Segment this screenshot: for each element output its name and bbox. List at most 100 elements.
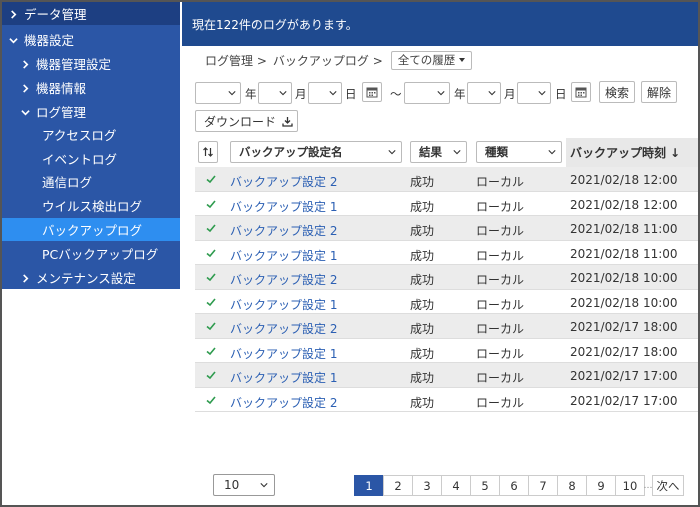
sidebar-item-comm-log[interactable]: 通信ログ [2,170,180,193]
table-row: バックアップ設定 2 成功 ローカル 2021/02/18 10:00 [195,265,698,290]
column-kind-select[interactable]: 種類 [476,141,562,163]
page-button-10[interactable]: 10 [615,475,645,496]
time-cell: 2021/02/17 18:00 [570,344,678,359]
time-cell: 2021/02/18 10:00 [570,295,678,310]
to-month-select[interactable] [467,82,501,104]
check-icon [205,222,217,234]
per-page-value: 10 [224,478,240,492]
sidebar-item-label: ウイルス検出ログ [42,199,143,214]
kind-cell: ローカル [476,371,525,385]
table-body: バックアップ設定 2 成功 ローカル 2021/02/18 12:00 バックアップ設定… [195,167,698,412]
page-button-6[interactable]: 6 [499,475,529,496]
page-button-3[interactable]: 3 [412,475,442,496]
table-row: バックアップ設定 2 成功 ローカル 2021/02/17 18:00 [195,314,698,339]
chevron-right-icon [6,7,20,20]
download-icon [282,116,293,127]
sidebar-item-device-info[interactable]: 機器情報 [2,76,180,99]
year-label: 年 [454,87,466,101]
column-name-label: バックアップ設定名 [239,145,343,159]
download-button[interactable]: ダウンロード [195,110,298,132]
page-button-8[interactable]: 8 [557,475,587,496]
backup-setting-link[interactable]: バックアップ設定 2 [230,222,337,239]
sidebar-item-device-management[interactable]: 機器管理設定 [2,52,180,75]
backup-setting-link[interactable]: バックアップ設定 1 [230,296,337,313]
table-row: バックアップ設定 1 成功 ローカル 2021/02/17 18:00 [195,339,698,363]
sidebar-item-maintenance[interactable]: メンテナンス設定 [2,266,180,289]
backup-setting-link[interactable]: バックアップ設定 2 [230,173,337,190]
month-label: 月 [504,87,516,101]
backup-setting-link[interactable]: バックアップ設定 2 [230,271,337,288]
sidebar: データ管理 機器設定 機器管理設定 機器情報 ログ管理 アクセスログ イベントロ… [2,2,180,289]
result-cell: 成功 [410,224,435,238]
sidebar-item-device-settings[interactable]: 機器設定 [2,28,180,51]
backup-setting-link[interactable]: バックアップ設定 2 [230,320,337,337]
check-icon [205,394,217,406]
sidebar-item-label: 通信ログ [42,175,93,190]
sidebar-item-log-management[interactable]: ログ管理 [2,100,180,123]
column-name-select[interactable]: バックアップ設定名 [230,141,402,163]
result-cell: 成功 [410,199,435,214]
calendar-icon [366,87,378,98]
table-row: バックアップ設定 1 成功 ローカル 2021/02/18 12:00 [195,192,698,216]
backup-setting-link[interactable]: バックアップ設定 1 [230,198,337,215]
to-day-select[interactable] [517,82,551,104]
sidebar-item-pc-backup-log[interactable]: PCバックアップログ [2,242,180,265]
sort-desc-arrow: ↓ [670,145,681,160]
check-icon [205,369,217,381]
sidebar-item-virus-log[interactable]: ウイルス検出ログ [2,194,180,217]
clear-button[interactable]: 解除 [641,81,677,103]
search-button[interactable]: 検索 [599,81,635,103]
time-cell: 2021/02/18 11:00 [570,246,678,261]
result-cell: 成功 [410,248,435,263]
sidebar-item-event-log[interactable]: イベントログ [2,147,180,170]
breadcrumb-log-management[interactable]: ログ管理 > [205,52,267,69]
result-cell: 成功 [410,322,435,336]
sidebar-item-data-management[interactable]: データ管理 [2,2,180,25]
chevron-down-icon [18,105,32,118]
sidebar-item-label: バックアップログ [42,223,143,238]
page-button-2[interactable]: 2 [383,475,413,496]
kind-cell: ローカル [476,322,525,336]
log-count-message: 現在122件のログがあります。 [192,17,358,32]
page-header: 現在122件のログがあります。 [182,2,698,46]
chevron-down-icon [388,150,396,155]
breadcrumb: ログ管理 > バックアップログ > 全ての履歴 [205,50,473,70]
per-page-select[interactable]: 10 [213,474,275,496]
from-month-select[interactable] [258,82,292,104]
chevron-down-icon [548,150,556,155]
column-time-header[interactable]: バックアップ時刻 ↓ [566,138,698,167]
from-calendar-button[interactable] [362,82,382,102]
day-label: 日 [555,87,567,101]
page-button-5[interactable]: 5 [470,475,500,496]
chevron-down-icon [453,150,461,155]
page-button-9[interactable]: 9 [586,475,616,496]
backup-setting-link[interactable]: バックアップ設定 1 [230,247,337,264]
page-button-4[interactable]: 4 [441,475,471,496]
next-page-button[interactable]: 次へ [652,475,684,496]
page-button-7[interactable]: 7 [528,475,558,496]
table-row: バックアップ設定 2 成功 ローカル 2021/02/17 17:00 [195,388,698,412]
table-row: バックアップ設定 2 成功 ローカル 2021/02/18 12:00 [195,167,698,192]
kind-cell: ローカル [476,297,525,312]
page-button-1[interactable]: 1 [354,475,384,496]
backup-setting-link[interactable]: バックアップ設定 2 [230,394,337,411]
sidebar-item-label: 機器管理設定 [36,57,112,72]
to-calendar-button[interactable] [571,82,591,102]
chevron-down-icon [538,91,546,96]
sidebar-item-backup-log[interactable]: バックアップログ [2,218,180,241]
kind-cell: ローカル [476,395,525,410]
chevron-down-icon [6,33,20,46]
from-year-select[interactable] [195,82,241,104]
result-cell: 成功 [410,395,435,410]
history-dropdown-label: 全ての履歴 [397,53,456,67]
chevron-down-icon [437,91,445,96]
kind-cell: ローカル [476,199,525,214]
column-result-select[interactable]: 結果 [410,141,467,163]
to-year-select[interactable] [404,82,450,104]
sort-toggle-button[interactable] [198,141,218,163]
backup-setting-link[interactable]: バックアップ設定 1 [230,345,337,362]
backup-setting-link[interactable]: バックアップ設定 1 [230,369,337,386]
sidebar-item-access-log[interactable]: アクセスログ [2,123,180,146]
from-day-select[interactable] [308,82,342,104]
history-dropdown[interactable]: 全ての履歴 [390,50,473,70]
